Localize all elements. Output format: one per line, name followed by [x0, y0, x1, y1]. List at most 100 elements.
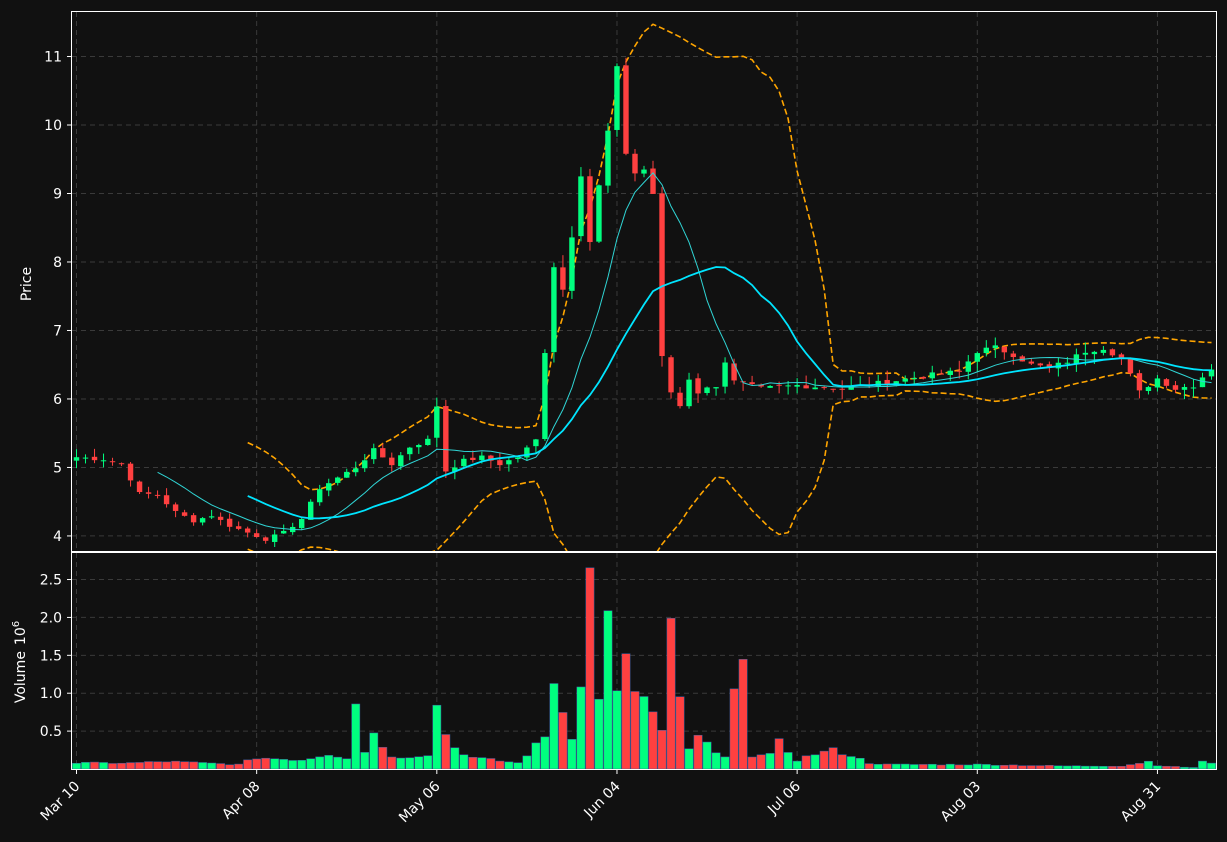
volume-bar — [675, 696, 685, 770]
volume-bar — [297, 760, 307, 770]
candle-body — [353, 468, 359, 473]
volume-bar — [486, 758, 496, 770]
volume-bar — [1053, 765, 1063, 770]
candle-body — [1136, 373, 1143, 391]
volume-bar — [369, 732, 379, 770]
volume-bar — [855, 758, 865, 770]
volume-bar — [639, 696, 649, 770]
candle-body — [1127, 358, 1134, 374]
volume-bar — [207, 762, 217, 770]
candle-body — [434, 406, 440, 438]
candle-body — [317, 489, 323, 503]
volume-bar — [180, 761, 189, 770]
volume-bar — [1207, 762, 1216, 770]
candle-body — [641, 169, 647, 174]
candle-body — [398, 455, 404, 467]
volume-bar — [972, 763, 982, 770]
volume-bar — [495, 760, 505, 770]
volume-bar — [234, 763, 244, 770]
volume-bar — [171, 760, 180, 770]
volume-bar — [738, 659, 748, 770]
candle-body — [911, 378, 917, 380]
volume-tick-label: 2.5 — [40, 573, 62, 589]
volume-bar — [792, 760, 802, 770]
volume-bar — [549, 683, 559, 770]
volume-bar — [648, 711, 658, 770]
volume-bar — [1171, 766, 1180, 770]
candle-body — [416, 444, 422, 448]
volume-bar — [387, 756, 397, 770]
volume-bar — [441, 734, 451, 770]
volume-bar — [432, 704, 442, 770]
candle-body — [830, 388, 836, 390]
candle-body — [722, 362, 728, 387]
volume-bar — [1126, 764, 1135, 770]
volume-bar — [1099, 766, 1108, 770]
volume-bar — [1144, 760, 1153, 770]
volume-bar — [603, 610, 613, 770]
volume-bar — [423, 755, 433, 770]
volume-bar — [693, 734, 703, 770]
volume-bar — [324, 755, 334, 770]
candle-body — [677, 392, 683, 407]
volume-bar — [531, 742, 541, 770]
volume-bar — [819, 750, 829, 770]
volume-bar — [1044, 765, 1054, 770]
price-tick-label: 6 — [53, 392, 62, 408]
volume-tick-label: 0.5 — [40, 724, 62, 740]
volume-bar — [747, 756, 757, 770]
volume-bar — [891, 763, 901, 770]
volume-bar — [918, 764, 928, 770]
volume-bar — [513, 762, 523, 770]
candle-body — [749, 382, 755, 385]
volume-bar — [774, 738, 784, 770]
volume-bar — [576, 686, 586, 770]
volume-bar — [279, 759, 289, 770]
candle-body — [118, 463, 125, 465]
volume-bar — [909, 764, 919, 770]
stock-chart: 4 5 6 7 8 9 10 11 Price 0.5 1.0 1.5 2.0 2.5 Volume1… — [0, 0, 1227, 842]
candle-body — [127, 463, 134, 481]
candle-body — [425, 438, 431, 446]
candle-body — [1001, 346, 1008, 353]
volume-bar — [882, 763, 892, 770]
candle-body — [244, 528, 251, 533]
candle-body — [100, 460, 107, 462]
volume-bar — [684, 748, 694, 770]
candle-body — [506, 460, 512, 465]
candle-body — [992, 345, 999, 349]
candle-body — [1109, 349, 1116, 356]
volume-bar — [954, 764, 964, 770]
volume-bar — [126, 762, 135, 770]
volume-axis-label: Volume106 — [11, 621, 29, 703]
volume-bar — [333, 756, 343, 770]
volume-bar — [522, 755, 532, 770]
candle-body — [938, 373, 944, 375]
candle-body — [380, 448, 386, 458]
volume-bar — [153, 761, 162, 770]
volume-bar — [720, 756, 730, 770]
volume-bar — [864, 763, 874, 770]
candle-body — [235, 526, 242, 529]
volume-tick-label: 1.5 — [40, 648, 62, 664]
volume-bar — [711, 752, 721, 770]
candle-body — [1145, 387, 1152, 391]
candle-body — [1172, 385, 1179, 390]
volume-bar — [927, 763, 937, 770]
volume-bar — [765, 753, 775, 770]
volume-bar — [90, 761, 99, 770]
candle-body — [344, 471, 350, 478]
volume-bar — [315, 756, 325, 770]
volume-bar — [270, 758, 280, 770]
price-tick-label: 10 — [44, 118, 62, 134]
candle-body — [803, 385, 809, 389]
candle-body — [1064, 362, 1071, 364]
candle-body — [668, 357, 674, 393]
volume-bar — [189, 761, 198, 770]
candle-body — [533, 439, 539, 447]
volume-bar — [810, 754, 820, 770]
volume-bar — [1008, 764, 1018, 770]
volume-bar — [351, 703, 361, 770]
volume-bar — [756, 754, 766, 770]
candle-body — [163, 495, 170, 505]
